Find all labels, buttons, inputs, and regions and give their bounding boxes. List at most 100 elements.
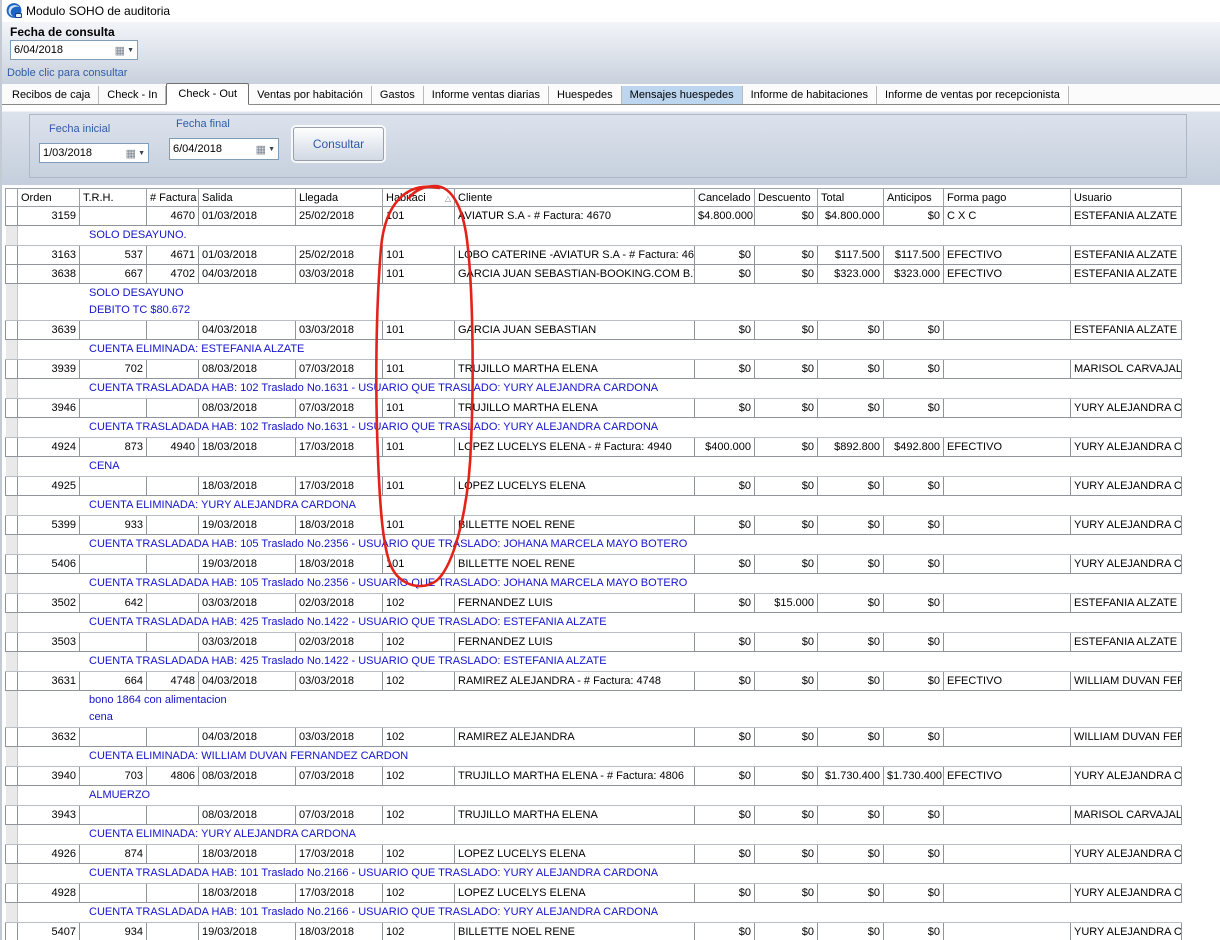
- row-selector[interactable]: [6, 767, 18, 786]
- consultar-button[interactable]: Consultar: [293, 127, 384, 161]
- column-header-forma-pago[interactable]: Forma pago: [944, 189, 1071, 207]
- cell-trh: 667: [80, 265, 147, 284]
- table-row[interactable]: 363204/03/201803/03/2018102RAMIREZ ALEJA…: [6, 728, 1182, 747]
- row-selector[interactable]: [6, 652, 18, 672]
- column-header-salida[interactable]: Salida: [199, 189, 296, 207]
- dropdown-arrow-icon[interactable]: ▼: [127, 47, 134, 54]
- row-selector[interactable]: [6, 691, 18, 728]
- table-row[interactable]: 540793419/03/201818/03/2018102BILLETTE N…: [6, 923, 1182, 940]
- column-header-anticipos[interactable]: Anticipos: [884, 189, 944, 207]
- cell-descuento: $0: [755, 360, 818, 379]
- dropdown-arrow-icon[interactable]: ▼: [138, 150, 145, 157]
- column-header-descuento[interactable]: Descuento: [755, 189, 818, 207]
- tab-informe-ventas-diarias[interactable]: Informe ventas diarias: [424, 86, 549, 104]
- row-selector[interactable]: [6, 845, 18, 864]
- row-selector[interactable]: [6, 633, 18, 652]
- calendar-icon[interactable]: ▦: [115, 44, 125, 57]
- tab-check-out[interactable]: Check - Out: [166, 83, 249, 105]
- row-selector[interactable]: [6, 786, 18, 806]
- tab-informe-de-habitaciones[interactable]: Informe de habitaciones: [743, 86, 877, 104]
- cell-orden: 3639: [18, 321, 80, 340]
- table-row[interactable]: 539993319/03/201818/03/2018101BILLETTE N…: [6, 516, 1182, 535]
- tab-informe-de-ventas-por-recepcionista[interactable]: Informe de ventas por recepcionista: [877, 86, 1069, 104]
- row-selector[interactable]: [6, 884, 18, 903]
- fecha-inicial-input[interactable]: 1/03/2018 ▦ ▼: [39, 143, 149, 163]
- column-header-cancelado[interactable]: Cancelado: [695, 189, 755, 207]
- table-row[interactable]: 394308/03/201807/03/2018102TRUJILLO MART…: [6, 806, 1182, 825]
- table-row[interactable]: 3159467001/03/201825/02/2018101AVIATUR S…: [6, 207, 1182, 226]
- row-selector-header[interactable]: [6, 189, 18, 207]
- row-selector[interactable]: [6, 555, 18, 574]
- row-selector[interactable]: [6, 418, 18, 438]
- table-row[interactable]: 363904/03/201803/03/2018101GARCIA JUAN S…: [6, 321, 1182, 340]
- cell-forma_pago: [944, 728, 1071, 747]
- row-selector[interactable]: [6, 438, 18, 457]
- row-selector[interactable]: [6, 360, 18, 379]
- column-header-orden[interactable]: Orden: [18, 189, 80, 207]
- row-selector[interactable]: [6, 535, 18, 555]
- row-selector[interactable]: [6, 284, 18, 321]
- table-row[interactable]: 3638667470204/03/201803/03/2018101GARCIA…: [6, 265, 1182, 284]
- tab-check-in[interactable]: Check - In: [99, 86, 166, 104]
- table-row[interactable]: 350303/03/201802/03/2018102FERNANDEZ LUI…: [6, 633, 1182, 652]
- row-selector[interactable]: [6, 516, 18, 535]
- row-selector[interactable]: [6, 246, 18, 265]
- column-header-cliente[interactable]: Cliente: [455, 189, 695, 207]
- row-selector[interactable]: [6, 728, 18, 747]
- tab-mensajes-huespedes[interactable]: Mensajes huespedes: [622, 86, 743, 104]
- column-header-factura[interactable]: # Factura: [147, 189, 199, 207]
- row-selector[interactable]: [6, 265, 18, 284]
- row-selector[interactable]: [6, 226, 18, 246]
- row-selector[interactable]: [6, 207, 18, 226]
- table-row[interactable]: 492818/03/201817/03/2018102LOPEZ LUCELYS…: [6, 884, 1182, 903]
- table-row[interactable]: 3940703480608/03/201807/03/2018102TRUJIL…: [6, 767, 1182, 786]
- table-row[interactable]: 393970208/03/201807/03/2018101TRUJILLO M…: [6, 360, 1182, 379]
- note-row: CUENTA TRASLADADA HAB: 425 Traslado No.1…: [6, 652, 1182, 672]
- row-selector[interactable]: [6, 747, 18, 767]
- column-header-usuario[interactable]: Usuario: [1071, 189, 1182, 207]
- column-header-t-r-h[interactable]: T.R.H.: [80, 189, 147, 207]
- row-selector[interactable]: [6, 340, 18, 360]
- row-selector[interactable]: [6, 923, 18, 940]
- fecha-consulta-input[interactable]: 6/04/2018 ▦ ▼: [10, 40, 138, 60]
- row-selector[interactable]: [6, 321, 18, 340]
- fecha-final-input[interactable]: 6/04/2018 ▦ ▼: [169, 138, 279, 160]
- row-selector[interactable]: [6, 477, 18, 496]
- table-row[interactable]: 394608/03/201807/03/2018101TRUJILLO MART…: [6, 399, 1182, 418]
- table-row[interactable]: 4924873494018/03/201817/03/2018101LOPEZ …: [6, 438, 1182, 457]
- grid-body: 3159467001/03/201825/02/2018101AVIATUR S…: [6, 207, 1182, 940]
- tab-ventas-por-habitaci-n[interactable]: Ventas por habitación: [249, 86, 372, 104]
- table-row[interactable]: 492687418/03/201817/03/2018102LOPEZ LUCE…: [6, 845, 1182, 864]
- row-selector[interactable]: [6, 672, 18, 691]
- row-selector[interactable]: [6, 806, 18, 825]
- row-selector[interactable]: [6, 379, 18, 399]
- table-row[interactable]: 492518/03/201817/03/2018101LOPEZ LUCELYS…: [6, 477, 1182, 496]
- row-selector[interactable]: [6, 496, 18, 516]
- column-header-habitaci[interactable]: Habitaci△: [383, 189, 455, 207]
- note-row: CUENTA ELIMINADA: YURY ALEJANDRA CARDONA: [6, 496, 1182, 516]
- tab-gastos[interactable]: Gastos: [372, 86, 424, 104]
- row-selector[interactable]: [6, 457, 18, 477]
- column-header-total[interactable]: Total: [818, 189, 884, 207]
- dropdown-arrow-icon[interactable]: ▼: [268, 146, 275, 153]
- row-selector[interactable]: [6, 864, 18, 884]
- note-text: bono 1864 con alimentacioncena: [18, 691, 1182, 728]
- row-selector[interactable]: [6, 399, 18, 418]
- table-row[interactable]: 350264203/03/201802/03/2018102FERNANDEZ …: [6, 594, 1182, 613]
- column-header-llegada[interactable]: Llegada: [296, 189, 383, 207]
- table-row[interactable]: 3163537467101/03/201825/02/2018101LOBO C…: [6, 246, 1182, 265]
- row-selector[interactable]: [6, 903, 18, 923]
- table-row[interactable]: 540619/03/201818/03/2018101BILLETTE NOEL…: [6, 555, 1182, 574]
- tab-recibos-de-caja[interactable]: Recibos de caja: [4, 86, 99, 104]
- calendar-icon[interactable]: ▦: [256, 143, 266, 156]
- row-selector[interactable]: [6, 594, 18, 613]
- row-selector[interactable]: [6, 613, 18, 633]
- cell-cancelado: $0: [695, 477, 755, 496]
- cell-habitacion: 102: [383, 845, 455, 864]
- cell-descuento: $0: [755, 321, 818, 340]
- row-selector[interactable]: [6, 574, 18, 594]
- table-row[interactable]: 3631664474804/03/201803/03/2018102RAMIRE…: [6, 672, 1182, 691]
- row-selector[interactable]: [6, 825, 18, 845]
- calendar-icon[interactable]: ▦: [126, 147, 136, 160]
- tab-huespedes[interactable]: Huespedes: [549, 86, 622, 104]
